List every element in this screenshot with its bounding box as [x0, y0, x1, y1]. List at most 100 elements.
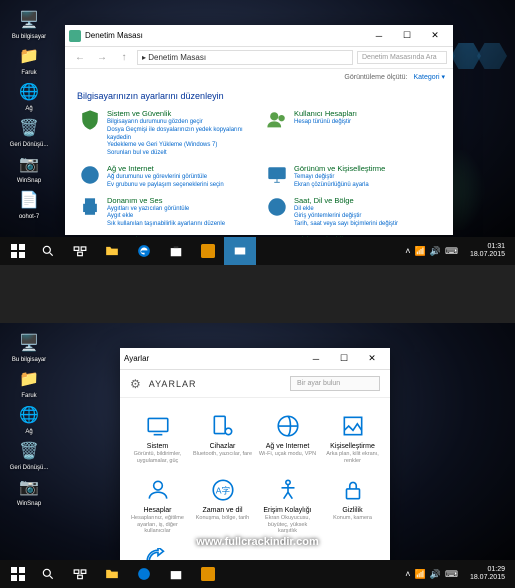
file-explorer-button[interactable]: [96, 560, 128, 588]
desktop-icon[interactable]: 📷 WinSnap: [8, 475, 50, 507]
desktop-icon[interactable]: 📁 Faruk: [8, 44, 50, 76]
edge-button[interactable]: [128, 237, 160, 265]
search-input[interactable]: Bir ayar bulun: [290, 376, 380, 391]
back-button[interactable]: ←: [71, 49, 89, 67]
settings-category-title: Gizlilik: [342, 507, 362, 514]
clock[interactable]: 01:3118.07.2015: [464, 243, 511, 258]
category-link[interactable]: Aygıt ekle: [107, 213, 252, 221]
app-button[interactable]: [192, 560, 224, 588]
category-link[interactable]: Aygıtları ve yazıcıları görüntüle: [107, 206, 252, 214]
close-button[interactable]: ✕: [421, 26, 449, 46]
category-link[interactable]: Ev grubunu ve paylaşım seçeneklerini seç…: [107, 182, 252, 190]
language-icon[interactable]: ⌨: [445, 246, 458, 257]
chevron-up-icon[interactable]: ˄: [405, 569, 410, 579]
desktop-icon-label: Ağ: [25, 106, 32, 112]
settings-category-desc: Arka plan, kilit ekranı, renkler: [323, 451, 382, 464]
app-button[interactable]: [192, 237, 224, 265]
system-tray[interactable]: ˄ 📶 🔊 ⌨: [399, 246, 464, 257]
search-input[interactable]: Denetim Masasında Ara: [357, 51, 447, 64]
category-item[interactable]: Ağ ve Internet Ağ durumunu ve görevlerin…: [77, 162, 254, 192]
store-button[interactable]: [160, 237, 192, 265]
forward-button[interactable]: →: [93, 49, 111, 67]
desktop-icon[interactable]: 📁 Faruk: [8, 367, 50, 399]
navigation-toolbar: ← → ↑ ▸ Denetim Masası Denetim Masasında…: [65, 47, 453, 69]
category-link[interactable]: Dil ekle: [294, 206, 439, 214]
settings-category-desc: Hesaplarınız, eğitilme ayarları, iş, diğ…: [128, 515, 187, 535]
category-link[interactable]: Hesap türünü değiştir: [294, 119, 439, 127]
category-item[interactable]: Sistem ve Güvenlik Bilgisayarın durumunu…: [77, 107, 254, 160]
category-link[interactable]: Tarih, saat veya sayı biçimlerini değişt…: [294, 221, 439, 229]
category-title[interactable]: Donanım ve Ses: [107, 196, 252, 205]
desktop-icon-label: oohot-7: [19, 214, 39, 220]
breadcrumb[interactable]: ▸ Denetim Masası: [137, 50, 353, 65]
desktop-icon[interactable]: 🗑️ Geri Dönüşü...: [8, 439, 50, 471]
file-explorer-button[interactable]: [96, 237, 128, 265]
desktop-icon[interactable]: 🌐 Ağ: [8, 403, 50, 435]
category-title[interactable]: Sistem ve Güvenlik: [107, 109, 252, 118]
maximize-button[interactable]: ☐: [393, 26, 421, 46]
search-button[interactable]: [32, 237, 64, 265]
network-icon[interactable]: 📶: [415, 569, 426, 580]
taskbar-item[interactable]: [224, 237, 256, 265]
view-dropdown[interactable]: Kategori ▾: [413, 73, 445, 81]
desktop-icon-label: Bu bilgisayar: [12, 357, 46, 363]
settings-category-title: Ağ ve Internet: [266, 443, 310, 450]
minimize-button[interactable]: ─: [365, 26, 393, 46]
category-title[interactable]: Saat, Dil ve Bölge: [294, 196, 439, 205]
category-item[interactable]: Donanım ve Ses Aygıtları ve yazıcıları g…: [77, 194, 254, 231]
volume-icon[interactable]: 🔊: [430, 569, 441, 580]
edge-button[interactable]: [128, 560, 160, 588]
desktop-icon[interactable]: 🗑️ Geri Dönüşü...: [8, 116, 50, 148]
settings-category[interactable]: Hesaplar Hesaplarınız, eğitilme ayarları…: [126, 472, 189, 539]
settings-category[interactable]: Gizlilik Konum, kamera: [321, 472, 384, 539]
maximize-button[interactable]: ☐: [330, 349, 358, 369]
settings-category-title: Sistem: [147, 443, 168, 450]
category-link[interactable]: Bilgisayarın durumunu gözden geçir: [107, 119, 252, 127]
search-button[interactable]: [32, 560, 64, 588]
task-view-button[interactable]: [64, 560, 96, 588]
network-icon[interactable]: 📶: [415, 246, 426, 257]
category-title[interactable]: Kullanıcı Hesapları: [294, 109, 439, 118]
category-link[interactable]: Temayı değiştir: [294, 174, 439, 182]
category-title[interactable]: Görünüm ve Kişiselleştirme: [294, 164, 439, 173]
category-link[interactable]: Yedekleme ve Geri Yükleme (Windows 7): [107, 142, 252, 150]
clock[interactable]: 01:2918.07.2015: [464, 566, 511, 581]
up-button[interactable]: ↑: [115, 49, 133, 67]
category-item[interactable]: Görünüm ve Kişiselleştirme Temayı değişt…: [264, 162, 441, 192]
start-button[interactable]: [4, 560, 32, 588]
category-title[interactable]: Ağ ve Internet: [107, 164, 252, 173]
category-link[interactable]: Ekran çözünürlüğünü ayarla: [294, 182, 439, 190]
language-icon[interactable]: ⌨: [445, 569, 458, 580]
user-icon: [144, 476, 172, 504]
category-item[interactable]: Kullanıcı Hesapları Hesap türünü değişti…: [264, 107, 441, 160]
category-item[interactable]: Saat, Dil ve Bölge Dil ekleGiriş yönteml…: [264, 194, 441, 231]
system-tray[interactable]: ˄ 📶 🔊 ⌨: [399, 569, 464, 580]
settings-category[interactable]: Ağ ve Internet Wi-Fi, uçak modu, VPN: [256, 408, 319, 468]
titlebar[interactable]: Ayarlar ─ ☐ ✕: [120, 348, 390, 370]
chevron-up-icon[interactable]: ˄: [405, 246, 410, 256]
task-view-button[interactable]: [64, 237, 96, 265]
category-link[interactable]: Ağ durumunu ve görevlerini görüntüle: [107, 174, 252, 182]
desktop-icon[interactable]: 🖥️ Bu bilgisayar: [8, 8, 50, 40]
desktop-icon[interactable]: 🖥️ Bu bilgisayar: [8, 331, 50, 363]
desktop-icon[interactable]: 🌐 Ağ: [8, 80, 50, 112]
settings-category[interactable]: Sistem Görüntü, bildirimler, uygulamalar…: [126, 408, 189, 468]
minimize-button[interactable]: ─: [302, 349, 330, 369]
settings-category[interactable]: A字 Zaman ve dil Konuşma, bölge, tarih: [191, 472, 254, 539]
category-link[interactable]: Sorunları bul ve düzelt: [107, 150, 252, 158]
desktop-icon[interactable]: 📄 oohot-7: [8, 188, 50, 220]
category-link[interactable]: Sık kullanılan taşınabilirlik ayarlarını…: [107, 221, 252, 229]
start-button[interactable]: [4, 237, 32, 265]
category-link[interactable]: Dosya Geçmişi ile dosyalarınızın yedek k…: [107, 127, 252, 143]
titlebar[interactable]: Denetim Masası ─ ☐ ✕: [65, 25, 453, 47]
close-button[interactable]: ✕: [358, 349, 386, 369]
folder-icon: 📁: [17, 367, 41, 391]
store-button[interactable]: [160, 560, 192, 588]
globe-icon: [79, 164, 101, 186]
settings-category[interactable]: Erişim Kolaylığı Ekran Okuyucusu, büyüte…: [256, 472, 319, 539]
volume-icon[interactable]: 🔊: [430, 246, 441, 257]
settings-category[interactable]: Kişiselleştirme Arka plan, kilit ekranı,…: [321, 408, 384, 468]
settings-category[interactable]: Cihazlar Bluetooth, yazıcılar, fare: [191, 408, 254, 468]
category-link[interactable]: Giriş yöntemlerini değiştir: [294, 213, 439, 221]
desktop-icon[interactable]: 📷 WinSnap: [8, 152, 50, 184]
